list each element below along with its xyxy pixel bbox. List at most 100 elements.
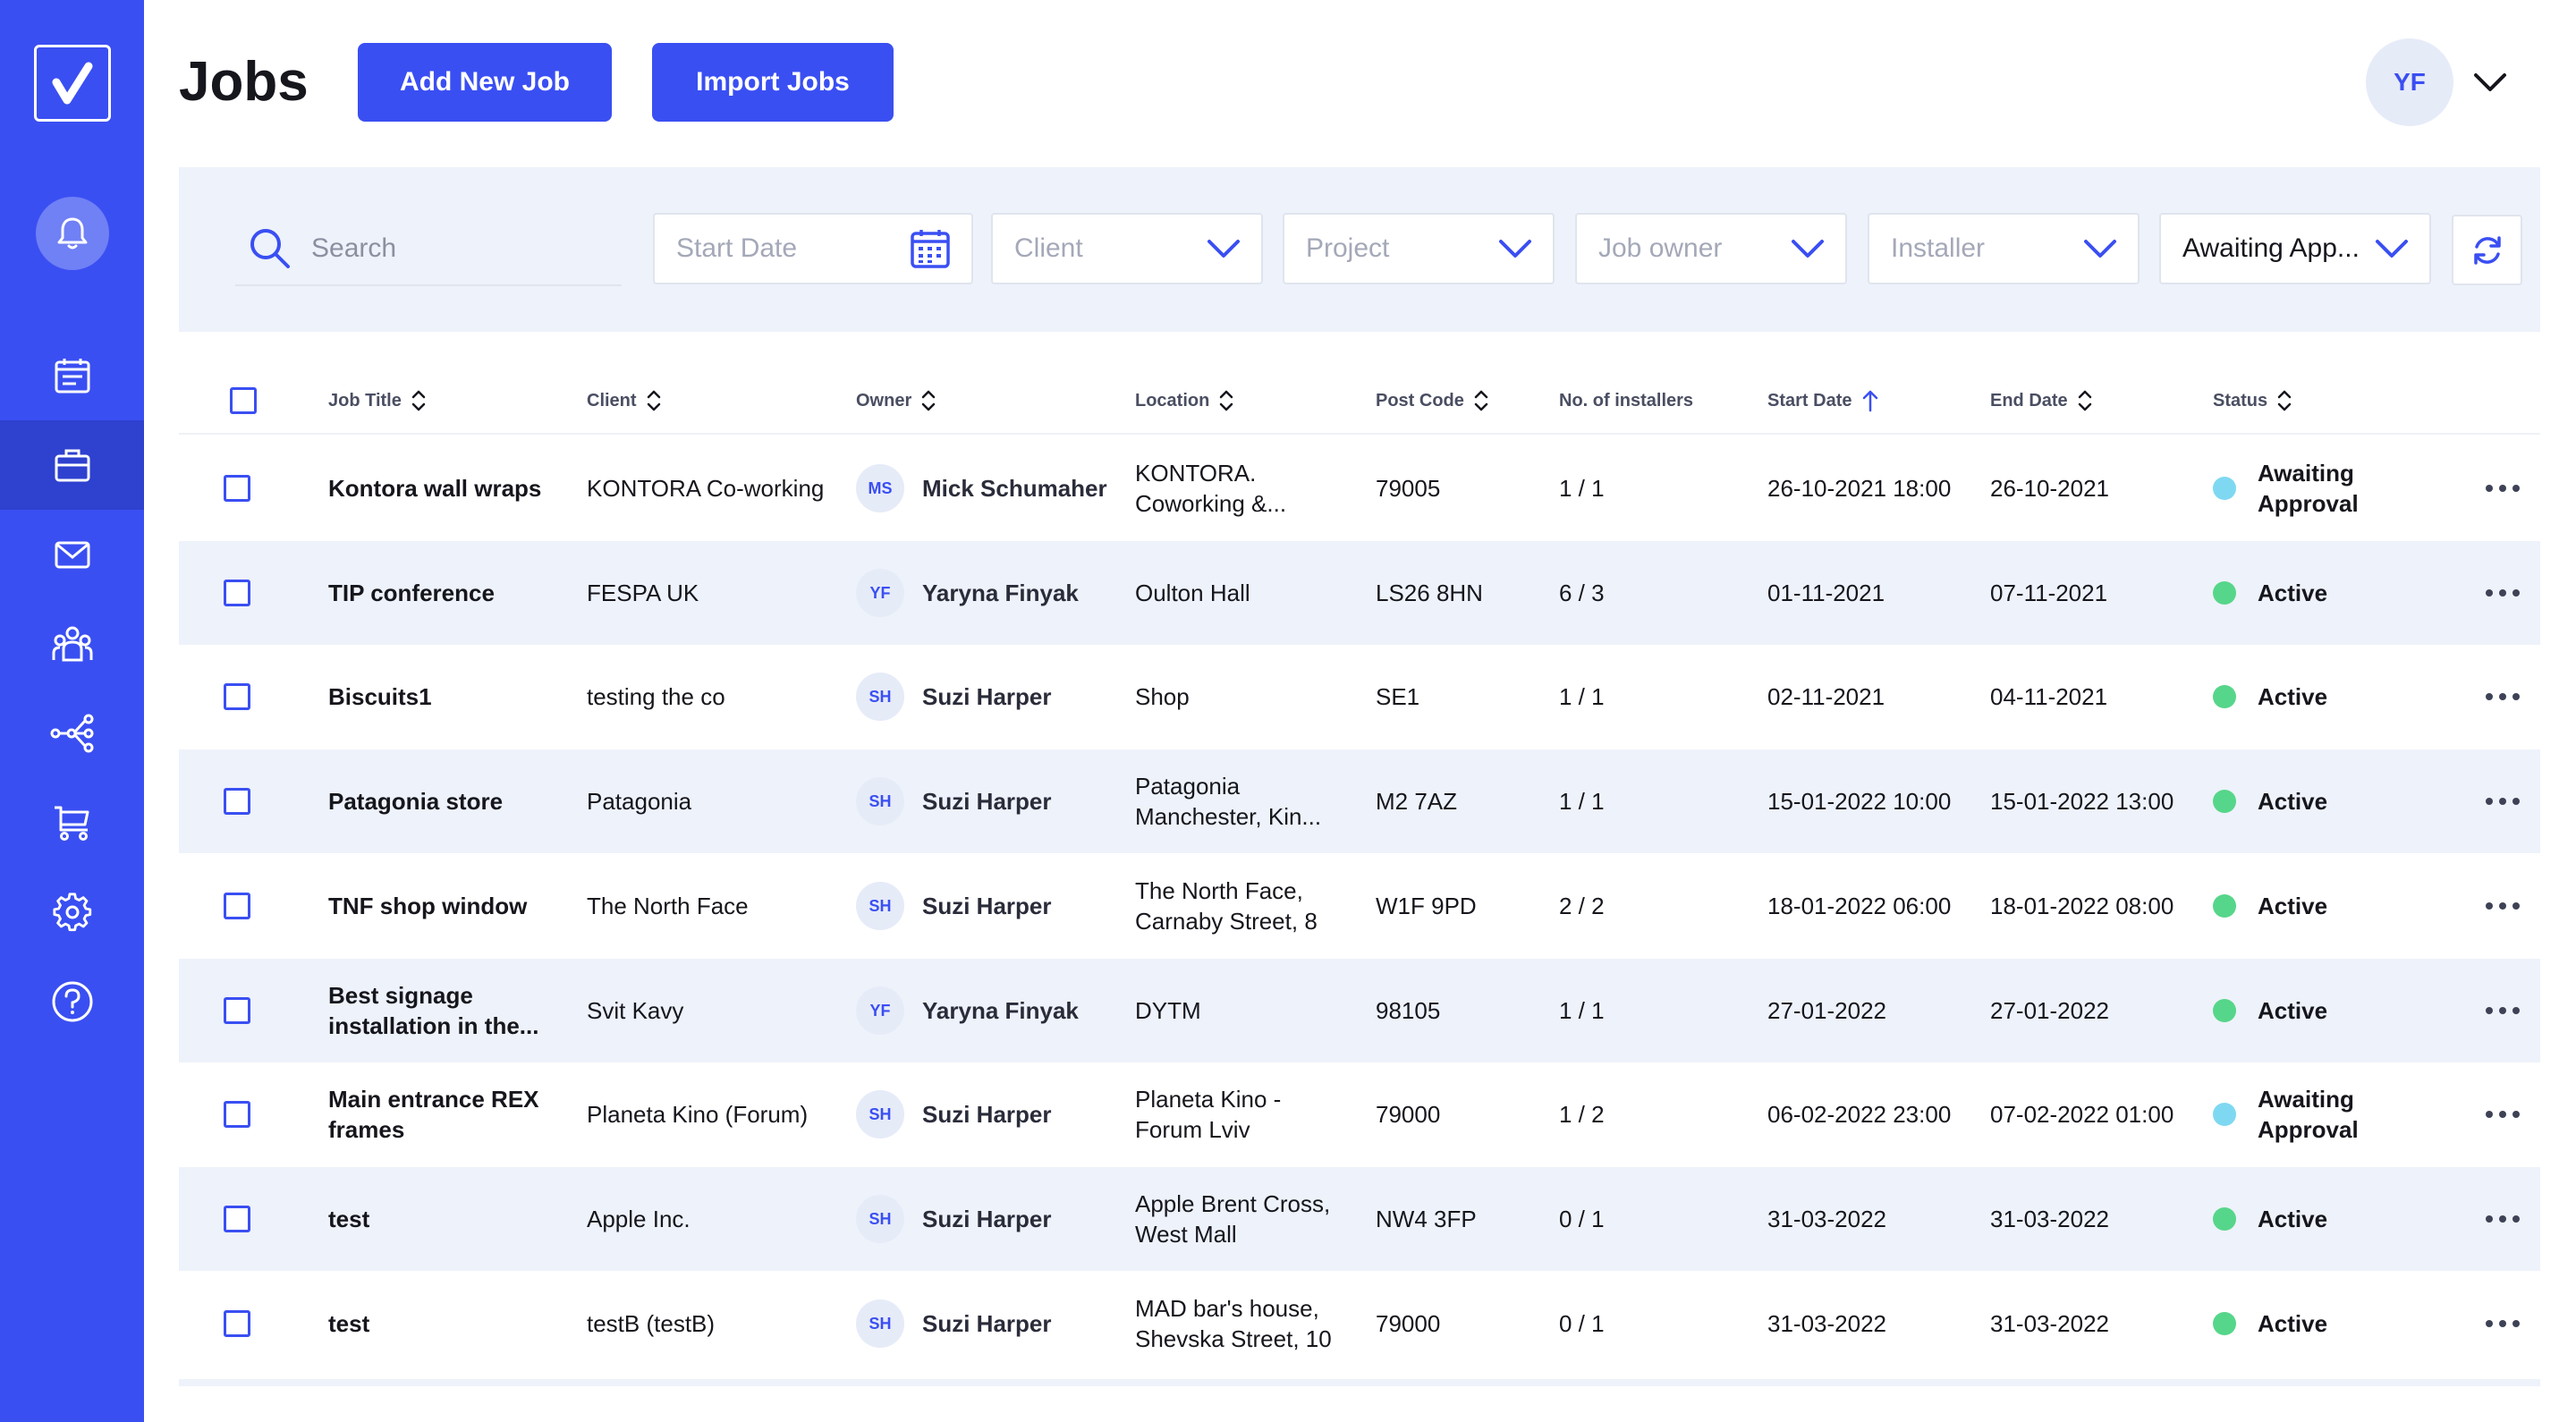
status-dropdown[interactable]: Awaiting App...: [2159, 213, 2431, 284]
post-code-cell: NW4 3FP: [1376, 1205, 1477, 1232]
status-badge: Active: [2258, 683, 2328, 711]
row-checkbox[interactable]: [224, 788, 250, 816]
owner-avatar: SH: [856, 1194, 904, 1243]
table-row[interactable]: Patagonia store Patagonia Patagonia Manche…: [179, 749, 2540, 854]
installers-cell: 0 / 1: [1559, 1205, 1605, 1232]
job-title-cell[interactable]: TNF shop window: [328, 854, 570, 958]
column-header-status[interactable]: Status: [2213, 367, 2292, 435]
row-checkbox[interactable]: [224, 1101, 250, 1129]
app-window: Jobs Add New Job Import Jobs YF Start Da…: [0, 0, 2576, 1422]
column-header-post-code[interactable]: Post Code: [1376, 367, 1489, 435]
client-dropdown-value: Client: [1014, 233, 1083, 263]
project-dropdown[interactable]: Project: [1283, 213, 1555, 284]
table-row[interactable]: test testB (testB) MAD bar's house, Shevsk…: [179, 1272, 2540, 1375]
job-title-cell[interactable]: test: [328, 1167, 570, 1271]
row-actions-button[interactable]: [2485, 854, 2521, 958]
start-date-cell: 31-03-2022: [1767, 1205, 1886, 1232]
end-date-cell: 31-03-2022: [1990, 1205, 2109, 1232]
chevron-down-icon[interactable]: [2472, 64, 2508, 100]
column-header-job-title[interactable]: Job Title: [328, 367, 427, 435]
table-row[interactable]: Biscuits1 testing the co Shop SE1 1 / 1 02-11…: [179, 645, 2540, 749]
cart-icon: [54, 806, 89, 841]
client-cell: KONTORA Co-working: [587, 475, 825, 502]
owner-avatar: SH: [856, 1090, 904, 1139]
column-header-start-date[interactable]: Start Date: [1767, 367, 1880, 435]
row-actions-button[interactable]: [2485, 1167, 2521, 1271]
search-input[interactable]: [311, 233, 580, 264]
row-actions-button[interactable]: [2485, 645, 2521, 749]
owner-name: Mick Schumaher: [922, 475, 1107, 502]
start-date-cell: 26-10-2021 18:00: [1767, 475, 1952, 502]
row-checkbox[interactable]: [224, 1309, 250, 1337]
column-header-client[interactable]: Client: [587, 367, 662, 435]
sidebar-item-workflow[interactable]: [0, 689, 144, 778]
status-badge: Active: [2258, 1309, 2328, 1337]
column-header-location[interactable]: Location: [1135, 367, 1234, 435]
owner-avatar: SH: [856, 673, 904, 722]
envelope-icon: [55, 541, 89, 569]
row-actions-button[interactable]: [2485, 749, 2521, 853]
job-title-cell[interactable]: test: [328, 1272, 570, 1375]
select-all-checkbox[interactable]: [230, 387, 257, 414]
refresh-button[interactable]: [2452, 215, 2522, 285]
more-dots-icon: [2486, 485, 2520, 492]
column-label: Status: [2213, 390, 2268, 411]
sidebar-item-help[interactable]: [0, 957, 144, 1046]
row-checkbox[interactable]: [224, 683, 250, 711]
row-checkbox[interactable]: [224, 475, 250, 502]
job-title-cell[interactable]: Main entrance REX frames: [328, 1062, 570, 1166]
sidebar-item-shop[interactable]: [0, 778, 144, 868]
row-actions-button[interactable]: [2485, 436, 2521, 540]
import-jobs-button[interactable]: Import Jobs: [652, 43, 894, 122]
column-header-end-date[interactable]: End Date: [1990, 367, 2093, 435]
row-actions-button[interactable]: [2485, 1272, 2521, 1375]
notifications-button[interactable]: [36, 197, 109, 270]
column-label: Owner: [856, 390, 912, 411]
job-title-cell[interactable]: Biscuits1: [328, 645, 570, 749]
location-cell: MAD bar's house, Shevska Street, 10: [1135, 1294, 1332, 1352]
column-header-owner[interactable]: Owner: [856, 367, 936, 435]
row-actions-button[interactable]: [2485, 541, 2521, 645]
user-avatar[interactable]: YF: [2366, 38, 2453, 126]
client-dropdown[interactable]: Client: [991, 213, 1263, 284]
job-title-cell[interactable]: Kontora wall wraps: [328, 436, 570, 540]
owner-cell: SH Suzi Harper: [856, 1062, 1110, 1166]
installer-dropdown[interactable]: Installer: [1868, 213, 2140, 284]
row-actions-button[interactable]: [2485, 959, 2521, 1062]
search-box[interactable]: [235, 213, 622, 286]
installers-cell: 1 / 1: [1559, 788, 1605, 816]
owner-name: Suzi Harper: [922, 1205, 1052, 1232]
column-header-installers[interactable]: No. of installers: [1559, 367, 1693, 435]
location-cell: Oulton Hall: [1135, 579, 1250, 606]
app-logo[interactable]: [34, 45, 111, 122]
table-row[interactable]: TIP conference FESPA UK Oulton Hall LS26 8H…: [179, 540, 2540, 645]
sidebar-item-messages[interactable]: [0, 510, 144, 599]
row-actions-button[interactable]: [2485, 1062, 2521, 1166]
sidebar-item-jobs[interactable]: [0, 420, 144, 510]
row-checkbox[interactable]: [224, 1205, 250, 1232]
more-dots-icon: [2486, 901, 2520, 910]
add-new-job-button[interactable]: Add New Job: [358, 43, 612, 122]
calendar-icon: [911, 230, 950, 268]
column-label: Client: [587, 390, 637, 411]
sidebar-item-settings[interactable]: [0, 868, 144, 957]
table-row[interactable]: test Apple Inc. Apple Brent Cross, West Ma…: [179, 1166, 2540, 1271]
table-row[interactable]: TNF shop window The North Face The North F…: [179, 854, 2540, 958]
chevron-down-icon: [1499, 240, 1531, 258]
start-date-field[interactable]: Start Date: [653, 213, 973, 284]
job-owner-dropdown[interactable]: Job owner: [1575, 213, 1847, 284]
job-title-cell[interactable]: Best signage installation in the...: [328, 959, 570, 1062]
job-title-cell[interactable]: TIP conference: [328, 541, 570, 645]
owner-name: Suzi Harper: [922, 683, 1052, 711]
table-row[interactable]: Best signage installation in the... Svit …: [179, 958, 2540, 1062]
row-checkbox[interactable]: [224, 996, 250, 1024]
sidebar-item-team[interactable]: [0, 599, 144, 689]
sidebar-item-calendar[interactable]: [0, 331, 144, 420]
owner-avatar: SH: [856, 777, 904, 826]
row-checkbox[interactable]: [224, 892, 250, 919]
job-title-cell[interactable]: Patagonia store: [328, 749, 570, 853]
table-row[interactable]: Main entrance REX frames Planeta Kino (Fo…: [179, 1062, 2540, 1166]
owner-avatar: YF: [856, 986, 904, 1035]
table-row[interactable]: Kontora wall wraps KONTORA Co-working KONT…: [179, 436, 2540, 540]
row-checkbox[interactable]: [224, 579, 250, 606]
